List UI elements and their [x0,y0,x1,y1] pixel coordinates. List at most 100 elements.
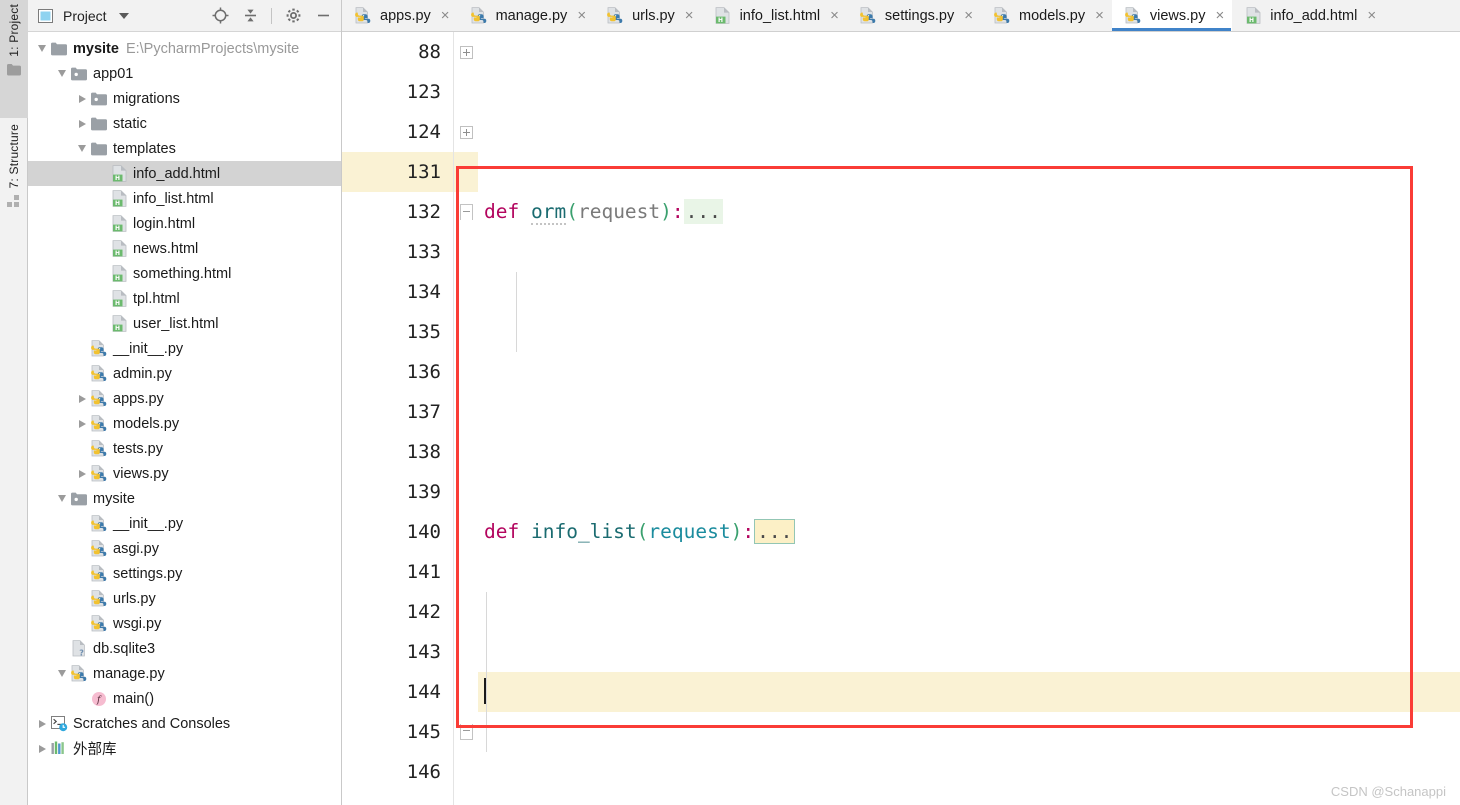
line-number-145[interactable]: 145 [342,712,453,752]
collapse-arrow-icon[interactable] [54,661,70,686]
hide-panel-icon[interactable] [311,4,335,28]
code-line-123[interactable] [478,352,1460,392]
settings-gear-icon[interactable] [281,4,305,28]
line-number-134[interactable]: 134 [342,272,453,312]
tree-item-app01[interactable]: app01 [28,61,341,86]
expand-arrow-icon[interactable] [74,461,90,486]
tree-item-news-html[interactable]: Hnews.html [28,236,341,261]
editor-tab-manage-py[interactable]: manage.py × [458,0,595,31]
tree-item-tpl-html[interactable]: Htpl.html [28,286,341,311]
fold-expand-icon-line-88[interactable] [454,32,478,72]
tree-item-db-sqlite3[interactable]: ? db.sqlite3 [28,636,341,661]
line-number-131[interactable]: 131 [342,152,453,192]
line-number-88[interactable]: 88 [342,32,453,72]
close-tab-icon[interactable]: × [830,8,839,23]
code-line-124[interactable]: def info_list(request):... [478,512,1460,552]
tree-item-asgi-py[interactable]: asgi.py [28,536,341,561]
chevron-down-icon[interactable] [118,12,129,19]
close-tab-icon[interactable]: × [1095,8,1104,23]
fold-expand-icon-line-124[interactable] [454,112,478,152]
code-line-131[interactable] [478,672,1460,712]
tree-item-info_list-html[interactable]: Hinfo_list.html [28,186,341,211]
tree-item-apps-py[interactable]: apps.py [28,386,341,411]
close-tab-icon[interactable]: × [964,8,973,23]
tree-item-tests-py[interactable]: tests.py [28,436,341,461]
tree-item-mysite[interactable]: mysite [28,486,341,511]
indent-guide [516,272,517,352]
expand-arrow-icon[interactable] [34,736,50,761]
project-file-tree[interactable]: mysite E:\PycharmProjects\mysite app01 migr… [28,32,341,805]
tree-item-migrations[interactable]: migrations [28,86,341,111]
close-tab-icon[interactable]: × [441,8,450,23]
tree-item-scratches-and-consoles[interactable]: Scratches and Consoles [28,711,341,736]
close-tab-icon[interactable]: × [1367,8,1376,23]
python-file-icon [90,415,108,433]
tree-item-__init__-py[interactable]: __init__.py [28,336,341,361]
tree-item-manage-py[interactable]: manage.py [28,661,341,686]
editor-tab-models-py[interactable]: models.py × [981,0,1112,31]
tree-item-views-py[interactable]: views.py [28,461,341,486]
tree-item-admin-py[interactable]: admin.py [28,361,341,386]
tree-item-static[interactable]: static [28,111,341,136]
project-panel-title: Project [63,7,107,24]
collapse-all-icon[interactable] [238,4,262,28]
tree-item-__init__-py[interactable]: __init__.py [28,511,341,536]
line-number-143[interactable]: 143 [342,632,453,672]
tree-item-info_add-html[interactable]: Hinfo_add.html [28,161,341,186]
line-number-138[interactable]: 138 [342,432,453,472]
tree-item-wsgi-py[interactable]: wsgi.py [28,611,341,636]
tree-item-something-html[interactable]: Hsomething.html [28,261,341,286]
expand-arrow-icon[interactable] [74,411,90,436]
code-line-88[interactable]: def orm(request):... [478,192,1460,232]
line-number-133[interactable]: 133 [342,232,453,272]
line-number-135[interactable]: 135 [342,312,453,352]
code-viewport[interactable]: 88 123 124 131 132 133 134 135 136 137 138 139 140 14… [342,32,1460,805]
line-number-137[interactable]: 137 [342,392,453,432]
line-number-136[interactable]: 136 [342,352,453,392]
tree-item-main[interactable]: f main() [28,686,341,711]
close-tab-icon[interactable]: × [1215,8,1224,23]
line-number-141[interactable]: 141 [342,552,453,592]
close-tab-icon[interactable]: × [685,8,694,23]
collapse-arrow-icon[interactable] [54,486,70,511]
collapse-arrow-icon[interactable] [34,36,50,61]
expand-arrow-icon[interactable] [74,86,90,111]
tree-item-settings-py[interactable]: settings.py [28,561,341,586]
line-number-140[interactable]: 140 [342,512,453,552]
tree-item-templates[interactable]: templates [28,136,341,161]
tree-item-label: app01 [93,65,134,82]
tree-item-[interactable]: 外部库 [28,736,341,761]
close-tab-icon[interactable]: × [577,8,586,23]
locate-file-icon[interactable] [208,4,232,28]
tool-window-tab-structure[interactable]: 7: Structure [0,120,28,232]
tree-item-user_list-html[interactable]: Huser_list.html [28,311,341,336]
line-number-144[interactable]: 144 [342,672,453,712]
editor-tab-bar[interactable]: apps.py × manage.py × urls.py × Hinfo_list.htm… [342,0,1460,32]
editor-tab-info_add-html[interactable]: Hinfo_add.html × [1232,0,1384,31]
editor-tab-urls-py[interactable]: urls.py × [594,0,701,31]
expand-arrow-icon[interactable] [74,386,90,411]
collapse-arrow-icon[interactable] [74,136,90,161]
tree-item-mysite[interactable]: mysite E:\PycharmProjects\mysite [28,36,341,61]
tool-window-tab-project[interactable]: 1: Project [0,0,28,118]
editor-tab-settings-py[interactable]: settings.py × [847,0,981,31]
fold-region-end-icon-line-145[interactable] [454,712,478,752]
expand-arrow-icon[interactable] [74,111,90,136]
line-number-139[interactable]: 139 [342,472,453,512]
editor-tab-views-py[interactable]: views.py × [1111,0,1233,31]
tree-item-models-py[interactable]: models.py [28,411,341,436]
tree-item-login-html[interactable]: Hlogin.html [28,211,341,236]
editor-tab-info_list-html[interactable]: Hinfo_list.html × [702,0,847,31]
collapse-arrow-icon[interactable] [54,61,70,86]
line-number-142[interactable]: 142 [342,592,453,632]
line-number-123[interactable]: 123 [342,72,453,112]
editor-tab-apps-py[interactable]: apps.py × [342,0,458,31]
line-number-132[interactable]: 132 [342,192,453,232]
line-number-146[interactable]: 146 [342,752,453,792]
line-number-124[interactable]: 124 [342,112,453,152]
code-folding-gutter[interactable] [454,32,478,805]
tree-item-urls-py[interactable]: urls.py [28,586,341,611]
code-text-area[interactable]: def orm(request):... def info_list(reque… [478,32,1460,805]
expand-arrow-icon[interactable] [34,711,50,736]
fold-collapse-icon-line-132[interactable] [454,192,478,232]
